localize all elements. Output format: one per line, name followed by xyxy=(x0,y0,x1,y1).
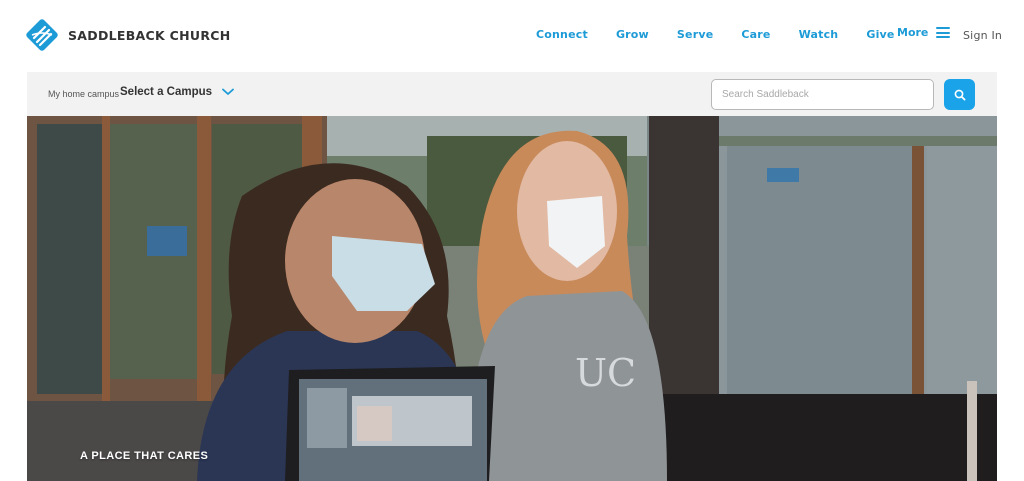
search-input[interactable] xyxy=(711,79,934,110)
search-icon xyxy=(954,89,965,100)
hero-caption: A PLACE THAT CARES xyxy=(80,450,209,462)
nav-connect[interactable]: Connect xyxy=(536,28,588,41)
nav-care[interactable]: Care xyxy=(741,28,770,41)
campus-selector[interactable]: Select a Campus xyxy=(120,86,234,98)
brand-name: SADDLEBACK CHURCH xyxy=(68,27,231,43)
saddleback-logo-icon xyxy=(26,19,58,51)
main-nav: Connect Grow Serve Care Watch Give xyxy=(536,28,923,41)
sign-in-link[interactable]: Sign In xyxy=(963,29,1002,42)
more-label: More xyxy=(897,26,929,39)
hero-banner: UC A PLACE THAT CARES xyxy=(27,116,997,481)
laptop xyxy=(285,366,495,481)
nav-grow[interactable]: Grow xyxy=(616,28,649,41)
campus-label: My home campus xyxy=(48,89,120,99)
site-header: SADDLEBACK CHURCH Connect Grow Serve Car… xyxy=(0,0,1024,72)
search-button[interactable] xyxy=(944,79,975,110)
campus-selected-value: Select a Campus xyxy=(120,86,213,98)
nav-give[interactable]: Give xyxy=(866,28,894,41)
campus-bar: My home campus Select a Campus xyxy=(27,72,997,116)
chevron-down-icon xyxy=(222,88,234,95)
shirt-text: UC xyxy=(575,351,636,395)
more-menu-button[interactable]: More xyxy=(897,26,951,39)
nav-watch[interactable]: Watch xyxy=(799,28,839,41)
nav-serve[interactable]: Serve xyxy=(677,28,713,41)
hero-photo: UC xyxy=(27,116,997,481)
brand-logo-link[interactable]: SADDLEBACK CHURCH xyxy=(26,19,231,51)
hamburger-menu-icon xyxy=(936,27,951,38)
